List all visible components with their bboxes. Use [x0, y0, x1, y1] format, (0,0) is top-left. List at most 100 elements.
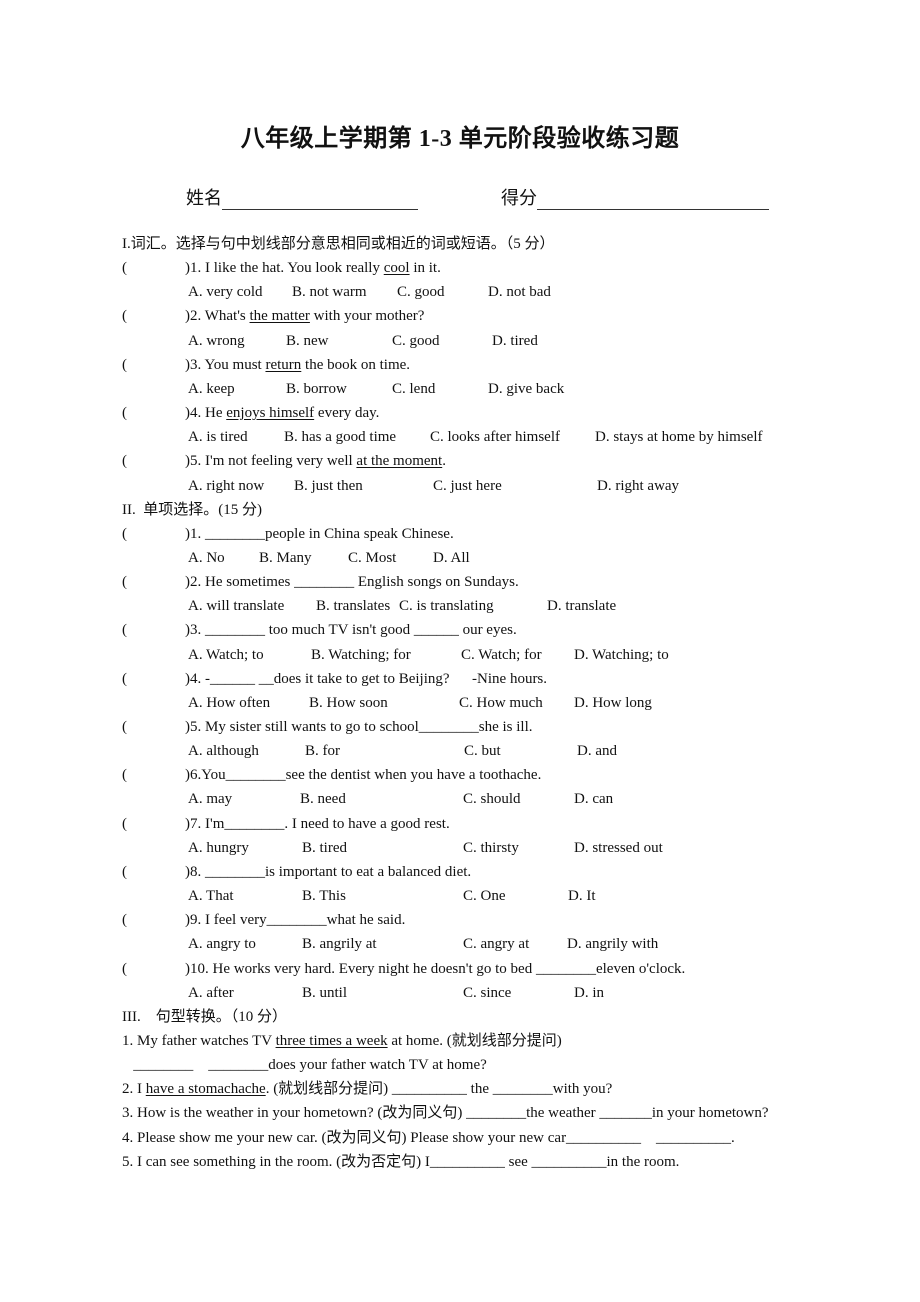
question-pre: I like the hat. You look really [205, 260, 384, 277]
option-a[interactable]: A. is tired [188, 427, 248, 447]
option-b[interactable]: B. How soon [309, 693, 388, 713]
option-d[interactable]: D. angrily with [567, 934, 658, 954]
option-c[interactable]: C. good [397, 282, 445, 302]
option-a[interactable]: A. after [188, 983, 234, 1003]
option-c[interactable]: C. lend [392, 379, 435, 399]
answer-paren[interactable]: ( [122, 524, 127, 544]
option-c[interactable]: C. Watch; for [461, 645, 542, 665]
option-c[interactable]: C. is translating [399, 596, 494, 616]
option-c[interactable]: C. How much [459, 693, 543, 713]
transform-item: 4. Please show me your new car. (改为同义句) … [122, 1128, 735, 1148]
option-d[interactable]: D. It [568, 886, 596, 906]
option-d[interactable]: D. stays at home by himself [595, 427, 762, 447]
answer-paren[interactable]: ( [122, 620, 127, 640]
answer-paren[interactable]: ( [122, 355, 127, 375]
option-b[interactable]: B. This [302, 886, 346, 906]
question-number: )1. [185, 260, 205, 277]
score-field[interactable] [537, 189, 769, 210]
option-d[interactable]: D. translate [547, 596, 616, 616]
answer-paren[interactable]: ( [122, 451, 127, 471]
question-text: )4. -______ __does it take to get to Bei… [185, 670, 548, 687]
answer-paren[interactable]: ( [122, 403, 127, 423]
option-d[interactable]: D. not bad [488, 282, 551, 302]
question-number: )2. [185, 308, 205, 325]
answer-paren[interactable]: ( [122, 959, 127, 979]
score-label: 得分 [501, 188, 537, 208]
option-b[interactable]: B. has a good time [284, 427, 396, 447]
option-d[interactable]: D. in [574, 983, 604, 1003]
item-post: . (就划线部分提问) __________ the ________with … [265, 1081, 613, 1098]
option-b[interactable]: B. translates [316, 596, 390, 616]
option-b[interactable]: B. need [300, 789, 346, 809]
underlined-phrase: three times a week [275, 1032, 388, 1049]
option-a[interactable]: A. How often [188, 693, 270, 713]
option-d[interactable]: D. stressed out [574, 838, 663, 858]
option-a[interactable]: A. hungry [188, 838, 249, 858]
answer-paren[interactable]: ( [122, 862, 127, 882]
question-text: )5. My sister still wants to go to schoo… [185, 719, 533, 735]
option-b[interactable]: B. angrily at [302, 934, 377, 954]
option-a[interactable]: A. Watch; to [188, 645, 264, 665]
option-c[interactable]: C. thirsty [463, 838, 519, 858]
option-c[interactable]: C. since [463, 983, 511, 1003]
option-c[interactable]: C. Most [348, 548, 396, 568]
option-c[interactable]: C. just here [433, 476, 502, 496]
option-b[interactable]: B. for [305, 741, 340, 761]
question-text: )1. ________people in China speak Chines… [185, 525, 454, 542]
option-d[interactable]: D. right away [597, 476, 679, 496]
answer-paren[interactable]: ( [122, 814, 127, 834]
question-text: )6.You________see the dentist when you h… [185, 767, 542, 784]
option-b[interactable]: B. until [302, 983, 347, 1003]
option-b[interactable]: B. Many [259, 548, 312, 568]
option-c[interactable]: C. looks after himself [430, 427, 560, 447]
option-a[interactable]: A. may [188, 789, 232, 809]
option-b[interactable]: B. borrow [286, 379, 347, 399]
option-b[interactable]: B. Watching; for [311, 645, 411, 665]
option-d[interactable]: D. can [574, 789, 613, 809]
question-text: )1. I like the hat. You look really cool… [185, 258, 441, 278]
question-text: )10. He works very hard. Every night he … [185, 960, 686, 977]
question-text: )4. He enjoys himself every day. [185, 403, 379, 423]
option-d[interactable]: D. and [577, 741, 617, 761]
question-post: every day. [314, 405, 380, 422]
option-a[interactable]: A. That [188, 886, 234, 906]
answer-paren[interactable]: ( [122, 910, 127, 930]
option-d[interactable]: D. give back [488, 379, 564, 399]
answer-paren[interactable]: ( [122, 669, 127, 689]
answer-paren[interactable]: ( [122, 258, 127, 278]
option-a[interactable]: A. right now [188, 476, 264, 496]
option-b[interactable]: B. tired [302, 838, 347, 858]
option-c[interactable]: C. angry at [463, 934, 529, 954]
option-c[interactable]: C. should [463, 789, 521, 809]
option-a[interactable]: A. No [188, 548, 225, 568]
answer-paren[interactable]: ( [122, 765, 127, 785]
option-c[interactable]: C. One [463, 886, 506, 906]
option-b[interactable]: B. just then [294, 476, 363, 496]
name-field[interactable] [222, 189, 418, 210]
question-text: )3. ________ too much TV isn't good ____… [185, 622, 517, 639]
item-pre: 4. Please show me your new car. (改为同义句) … [122, 1129, 735, 1146]
question-text: )2. He sometimes ________ English songs … [185, 574, 519, 591]
option-a[interactable]: A. will translate [188, 596, 284, 616]
option-c[interactable]: C. good [392, 331, 440, 351]
option-a[interactable]: A. wrong [188, 331, 245, 351]
option-d[interactable]: D. All [433, 548, 470, 568]
option-b[interactable]: B. new [286, 331, 329, 351]
item-pre: 5. I can see something in the room. (改为否… [122, 1153, 680, 1170]
question-pre: I'm not feeling very well [205, 453, 357, 470]
option-d[interactable]: D. tired [492, 331, 538, 351]
option-d[interactable]: D. Watching; to [574, 645, 669, 665]
question-number: )4. [185, 405, 205, 422]
option-a[interactable]: A. angry to [188, 934, 256, 954]
answer-paren[interactable]: ( [122, 306, 127, 326]
answer-paren[interactable]: ( [122, 717, 127, 737]
option-a[interactable]: A. keep [188, 379, 235, 399]
transform-item: 1. My father watches TV three times a we… [122, 1031, 562, 1051]
option-c[interactable]: C. but [464, 741, 501, 761]
option-a[interactable]: A. very cold [188, 282, 263, 302]
option-d[interactable]: D. How long [574, 693, 652, 713]
option-b[interactable]: B. not warm [292, 282, 367, 302]
question-pre: He [205, 405, 227, 422]
answer-paren[interactable]: ( [122, 572, 127, 592]
option-a[interactable]: A. although [188, 741, 259, 761]
